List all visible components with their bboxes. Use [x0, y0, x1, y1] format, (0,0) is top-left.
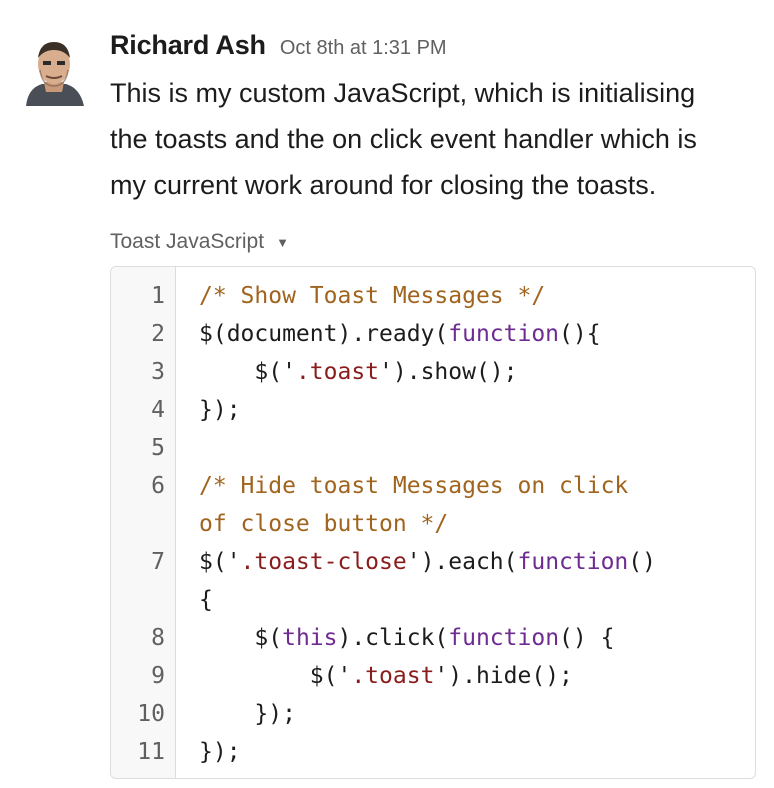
- message-text-line: This is my custom JavaScript, which is i…: [110, 78, 696, 108]
- line-number: [111, 505, 165, 543]
- line-number: 10: [137, 701, 165, 727]
- code-line: {: [111, 581, 755, 619]
- message-text-line: the toasts and the on click event handle…: [110, 124, 697, 154]
- user-avatar-icon[interactable]: [18, 36, 90, 108]
- line-number: 11: [137, 739, 165, 765]
- code-text: $(document).ready(function(){: [199, 321, 601, 347]
- code-text: of close button */: [199, 511, 449, 537]
- code-line: 11});: [111, 733, 755, 771]
- code-text: });: [199, 397, 241, 423]
- line-number: 1: [151, 283, 165, 309]
- code-text: });: [199, 739, 241, 765]
- line-number: 5: [151, 435, 165, 461]
- snippet-title-toggle[interactable]: Toast JavaScript ▼: [110, 230, 770, 254]
- code-text: /* Show Toast Messages */: [199, 283, 546, 309]
- code-line: 9 $('.toast').hide();: [111, 657, 755, 695]
- code-line: of close button */: [111, 505, 755, 543]
- code-snippet[interactable]: 1 /* Show Toast Messages */ 2 $(document).r…: [110, 266, 756, 779]
- code-line: 8 $(this).click(function() {: [111, 619, 755, 657]
- line-number: 8: [151, 625, 165, 651]
- code-line: 1 /* Show Toast Messages */: [111, 277, 755, 315]
- code-line: 7 $('.toast-close').each(function(): [111, 543, 755, 581]
- message-text: This is my custom JavaScript, which is i…: [110, 70, 770, 208]
- line-number: 9: [151, 663, 165, 689]
- code-line: 5: [111, 429, 755, 467]
- message: Richard Ash Oct 8th at 1:31 PM This is m…: [110, 30, 770, 254]
- snippet-title: Toast JavaScript: [110, 230, 265, 253]
- code-text: $('.toast-close').each(function(): [199, 549, 656, 575]
- code-line: 3 $('.toast').show();: [111, 353, 755, 391]
- message-timestamp[interactable]: Oct 8th at 1:31 PM: [280, 37, 447, 60]
- line-number: 2: [151, 321, 165, 347]
- code-text: });: [199, 701, 296, 727]
- code-text: {: [199, 587, 213, 613]
- code-text: $('.toast').hide();: [199, 663, 573, 689]
- author-name[interactable]: Richard Ash: [110, 30, 266, 61]
- line-number: 7: [151, 549, 165, 575]
- code-text: $(this).click(function() {: [199, 625, 615, 651]
- code-line: 4});: [111, 391, 755, 429]
- line-number: 4: [151, 397, 165, 423]
- message-header: Richard Ash Oct 8th at 1:31 PM: [110, 30, 770, 74]
- code-line: 6 /* Hide toast Messages on click: [111, 467, 755, 505]
- line-number: [111, 581, 165, 619]
- code-line: 10 });: [111, 695, 755, 733]
- code-text: $('.toast').show();: [199, 359, 518, 385]
- caret-down-icon: ▼: [276, 234, 289, 250]
- line-number: 6: [151, 473, 165, 499]
- code-text: /* Hide toast Messages on click: [199, 473, 629, 499]
- code-body: 1 /* Show Toast Messages */ 2 $(document).r…: [111, 277, 755, 771]
- code-line: 2 $(document).ready(function(){: [111, 315, 755, 353]
- line-number: 3: [151, 359, 165, 385]
- message-text-line: my current work around for closing the t…: [110, 170, 657, 200]
